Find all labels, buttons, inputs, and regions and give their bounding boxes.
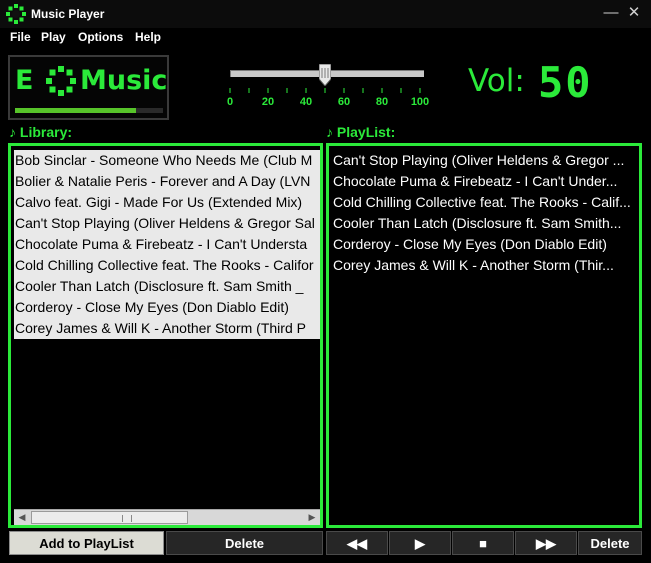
next-button[interactable]: ▶▶ [515,531,577,555]
library-item[interactable]: Corderoy - Close My Eyes (Don Diablo Edi… [14,297,320,318]
library-heading: ♪ Library: [9,124,72,140]
logo-gear-icon [46,66,76,96]
add-to-playlist-button[interactable]: Add to PlayList [9,531,164,555]
library-list[interactable]: Bob Sinclar - Someone Who Needs Me (Club… [14,150,320,339]
playlist-item[interactable]: Cooler Than Latch (Disclosure ft. Sam Sm… [332,213,638,234]
library-item[interactable]: Corey James & Will K - Another Storm (Th… [14,318,320,339]
scroll-right-arrow-icon[interactable]: ▶ [304,510,320,525]
playlist-item[interactable]: Can't Stop Playing (Oliver Heldens & Gre… [332,150,638,171]
close-button[interactable]: ✕ [623,3,645,23]
logo-text: Music [80,65,168,96]
playlist-label: PlayList: [336,124,396,140]
library-delete-button[interactable]: Delete [166,531,323,555]
playlist-item[interactable]: Chocolate Puma & Firebeatz - I Can't Und… [332,171,638,192]
library-item[interactable]: Bob Sinclar - Someone Who Needs Me (Club… [14,150,320,171]
music-note-icon: ♪ [9,124,16,140]
volume-slider[interactable]: 0 20 40 60 80 100 [224,60,429,110]
previous-button[interactable]: ◀◀ [326,531,388,555]
minimize-button[interactable]: — [600,3,622,23]
playlist-panel: Can't Stop Playing (Oliver Heldens & Gre… [326,143,642,528]
library-item[interactable]: Can't Stop Playing (Oliver Heldens & Gre… [14,213,320,234]
menu-bar: File Play Options Help [0,28,651,46]
library-label: Library: [19,124,73,140]
library-item[interactable]: Cooler Than Latch (Disclosure ft. Sam Sm… [14,276,320,297]
logo-letter-e: E [15,65,34,96]
volume-label: Vol: [468,63,525,99]
volume-value: 50 [538,58,593,107]
volume-slider-thumb[interactable] [319,64,331,86]
slider-tick-label: 40 [299,96,313,108]
logo-progress-fill [15,108,137,113]
slider-tick-label: 100 [410,96,430,108]
logo-progress-bar [15,108,163,113]
slider-tick-label: 80 [375,96,389,108]
playlist-list[interactable]: Can't Stop Playing (Oliver Heldens & Gre… [332,150,638,276]
menu-options[interactable]: Options [78,30,123,44]
playlist-delete-button[interactable]: Delete [578,531,642,555]
scrollbar-grip [122,515,132,522]
app-logo: E Music [8,55,169,120]
play-button[interactable]: ▶ [389,531,451,555]
title-bar: Music Player — ✕ [0,0,651,28]
library-panel: Bob Sinclar - Someone Who Needs Me (Club… [8,143,323,528]
app-gear-icon [6,4,26,24]
slider-tick-label: 60 [337,96,351,108]
library-item[interactable]: Bolier & Natalie Peris - Forever and A D… [14,171,320,192]
library-item[interactable]: Chocolate Puma & Firebeatz - I Can't Und… [14,234,320,255]
menu-help[interactable]: Help [135,30,161,44]
playlist-heading: ♪ PlayList: [326,124,395,140]
playlist-item[interactable]: Cold Chilling Collective feat. The Rooks… [332,192,638,213]
menu-play[interactable]: Play [41,30,66,44]
scrollbar-thumb[interactable] [31,511,188,524]
window-title: Music Player [31,7,105,21]
music-note-icon: ♪ [326,124,333,140]
playlist-item[interactable]: Corey James & Will K - Another Storm (Th… [332,255,638,276]
library-item[interactable]: Calvo feat. Gigi - Made For Us (Extended… [14,192,320,213]
slider-tick-label: 20 [261,96,275,108]
volume-slider-ticks [229,88,421,93]
playlist-item[interactable]: Corderoy - Close My Eyes (Don Diablo Edi… [332,234,638,255]
library-item[interactable]: Cold Chilling Collective feat. The Rooks… [14,255,320,276]
slider-tick-label: 0 [226,96,234,108]
library-horizontal-scrollbar[interactable]: ◀ ▶ [14,509,320,525]
stop-button[interactable]: ■ [452,531,514,555]
menu-file[interactable]: File [10,30,31,44]
scroll-left-arrow-icon[interactable]: ◀ [14,510,30,525]
